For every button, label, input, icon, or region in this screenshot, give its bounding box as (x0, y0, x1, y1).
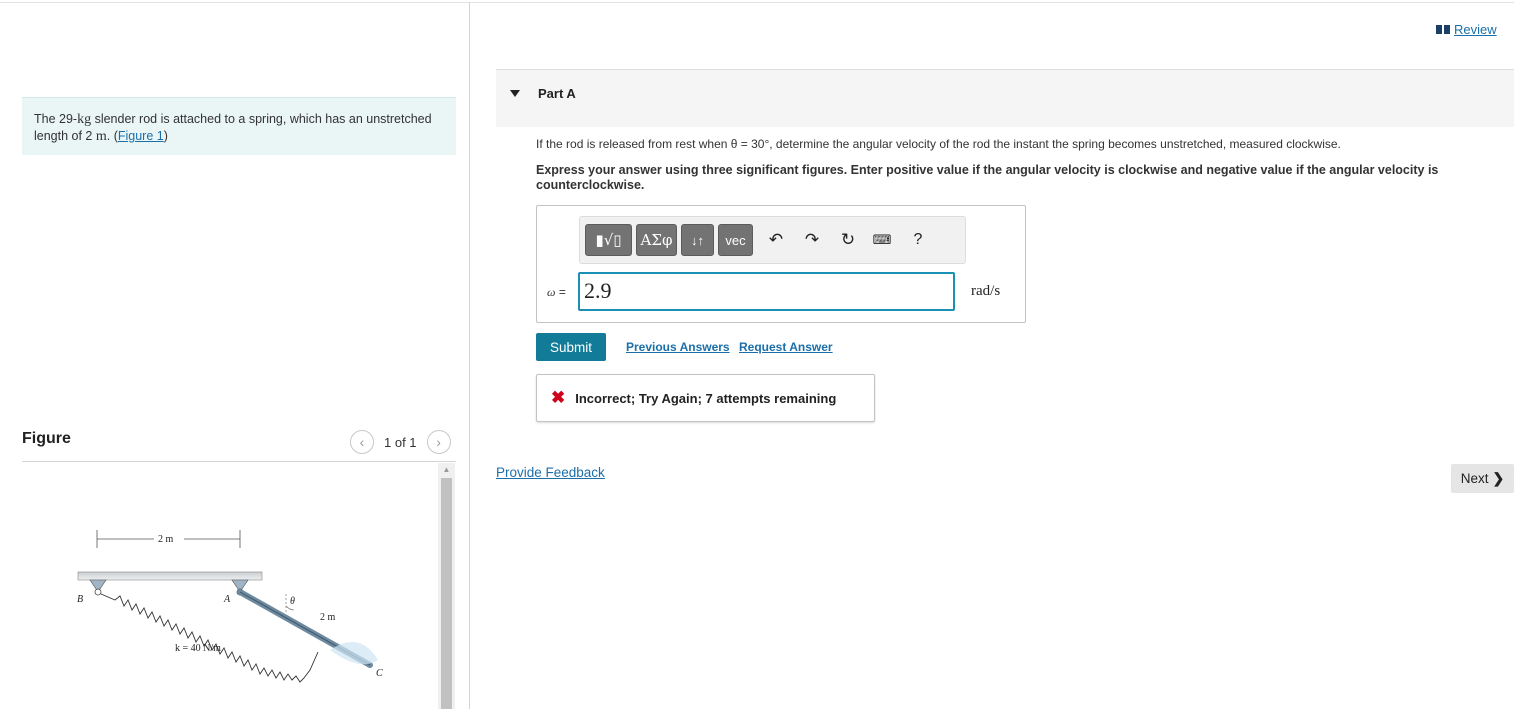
answer-units: rad/s (971, 283, 1001, 299)
instruction-text: Express your answer using three signific… (536, 163, 1439, 192)
length-unit: m (95, 129, 107, 144)
part-a-title: Part A (538, 86, 576, 101)
part-a-header[interactable]: Part A (496, 69, 1514, 127)
question-text: If the rod is released from rest when θ … (536, 137, 1341, 151)
request-answer-link[interactable]: Request Answer (739, 340, 833, 354)
previous-answers-link[interactable]: Previous Answers (626, 340, 730, 354)
figure-pager: ‹ 1 of 1 › (350, 430, 451, 454)
provide-feedback-link[interactable]: Provide Feedback (496, 465, 605, 480)
vec-button[interactable]: vec (718, 224, 753, 256)
spring (100, 593, 319, 683)
chevron-right-icon[interactable]: › (426, 430, 451, 454)
greek-button[interactable]: ΑΣφ (636, 224, 677, 256)
review-link[interactable]: Review (1436, 22, 1497, 37)
label-theta: θ (290, 596, 295, 607)
redo-icon[interactable]: ↷ (800, 229, 824, 251)
label-a: A (223, 594, 231, 605)
dim-label: 2 m (158, 534, 174, 545)
chevron-right-icon: ❯ (1492, 470, 1505, 486)
collapse-triangle-icon[interactable] (510, 90, 520, 97)
book-icon (1436, 25, 1450, 34)
label-rod-length: 2 m (320, 612, 336, 623)
mass-unit: kg (77, 112, 92, 127)
scroll-thumb[interactable] (441, 478, 452, 709)
scroll-up-icon[interactable]: ▲ (438, 463, 455, 477)
problem-statement: The 29-kg slender rod is attached to a s… (22, 97, 456, 155)
figure-count: 1 of 1 (384, 434, 417, 450)
incorrect-feedback: ✖ Incorrect; Try Again; 7 attempts remai… (536, 374, 875, 422)
figure-link[interactable]: Figure 1 (118, 129, 164, 143)
help-button[interactable]: ? (906, 229, 930, 251)
answer-input[interactable]: 2.9 (578, 272, 955, 311)
chevron-left-icon[interactable]: ‹ (350, 430, 374, 454)
ceiling (77, 571, 263, 581)
reset-icon[interactable]: ↻ (836, 229, 860, 251)
answer-box: ▮√▯ ΑΣφ ↓↑ vec ↶ ↷ ↻ ⌨ ? ω = 2.9 rad/s (536, 205, 1026, 323)
label-spring-k: k = 40 N/m (175, 643, 221, 654)
label-b: B (77, 594, 83, 605)
figure-title: Figure (22, 430, 71, 447)
submit-button[interactable]: Submit (536, 333, 606, 361)
next-button[interactable]: Next ❯ (1451, 464, 1514, 493)
top-border (0, 2, 1514, 3)
figure-divider (22, 461, 456, 462)
math-toolbar: ▮√▯ ΑΣφ ↓↑ vec ↶ ↷ ↻ ⌨ ? (579, 216, 966, 264)
keyboard-icon[interactable]: ⌨ (870, 229, 894, 251)
feedback-text: Incorrect; Try Again; 7 attempts remaini… (575, 390, 837, 406)
undo-icon[interactable]: ↶ (764, 229, 788, 251)
label-c: C (376, 668, 383, 679)
figure-image: 2 m B A θ 2 m k = 40 N/m C (77, 530, 383, 683)
pane-divider (469, 2, 470, 709)
answer-variable: ω = (547, 285, 566, 299)
figure-scrollbar[interactable]: ▲ (438, 463, 455, 709)
templates-button[interactable]: ▮√▯ (585, 224, 632, 256)
arrows-button[interactable]: ↓↑ (681, 224, 714, 256)
close-x-icon: ✖ (551, 388, 566, 407)
